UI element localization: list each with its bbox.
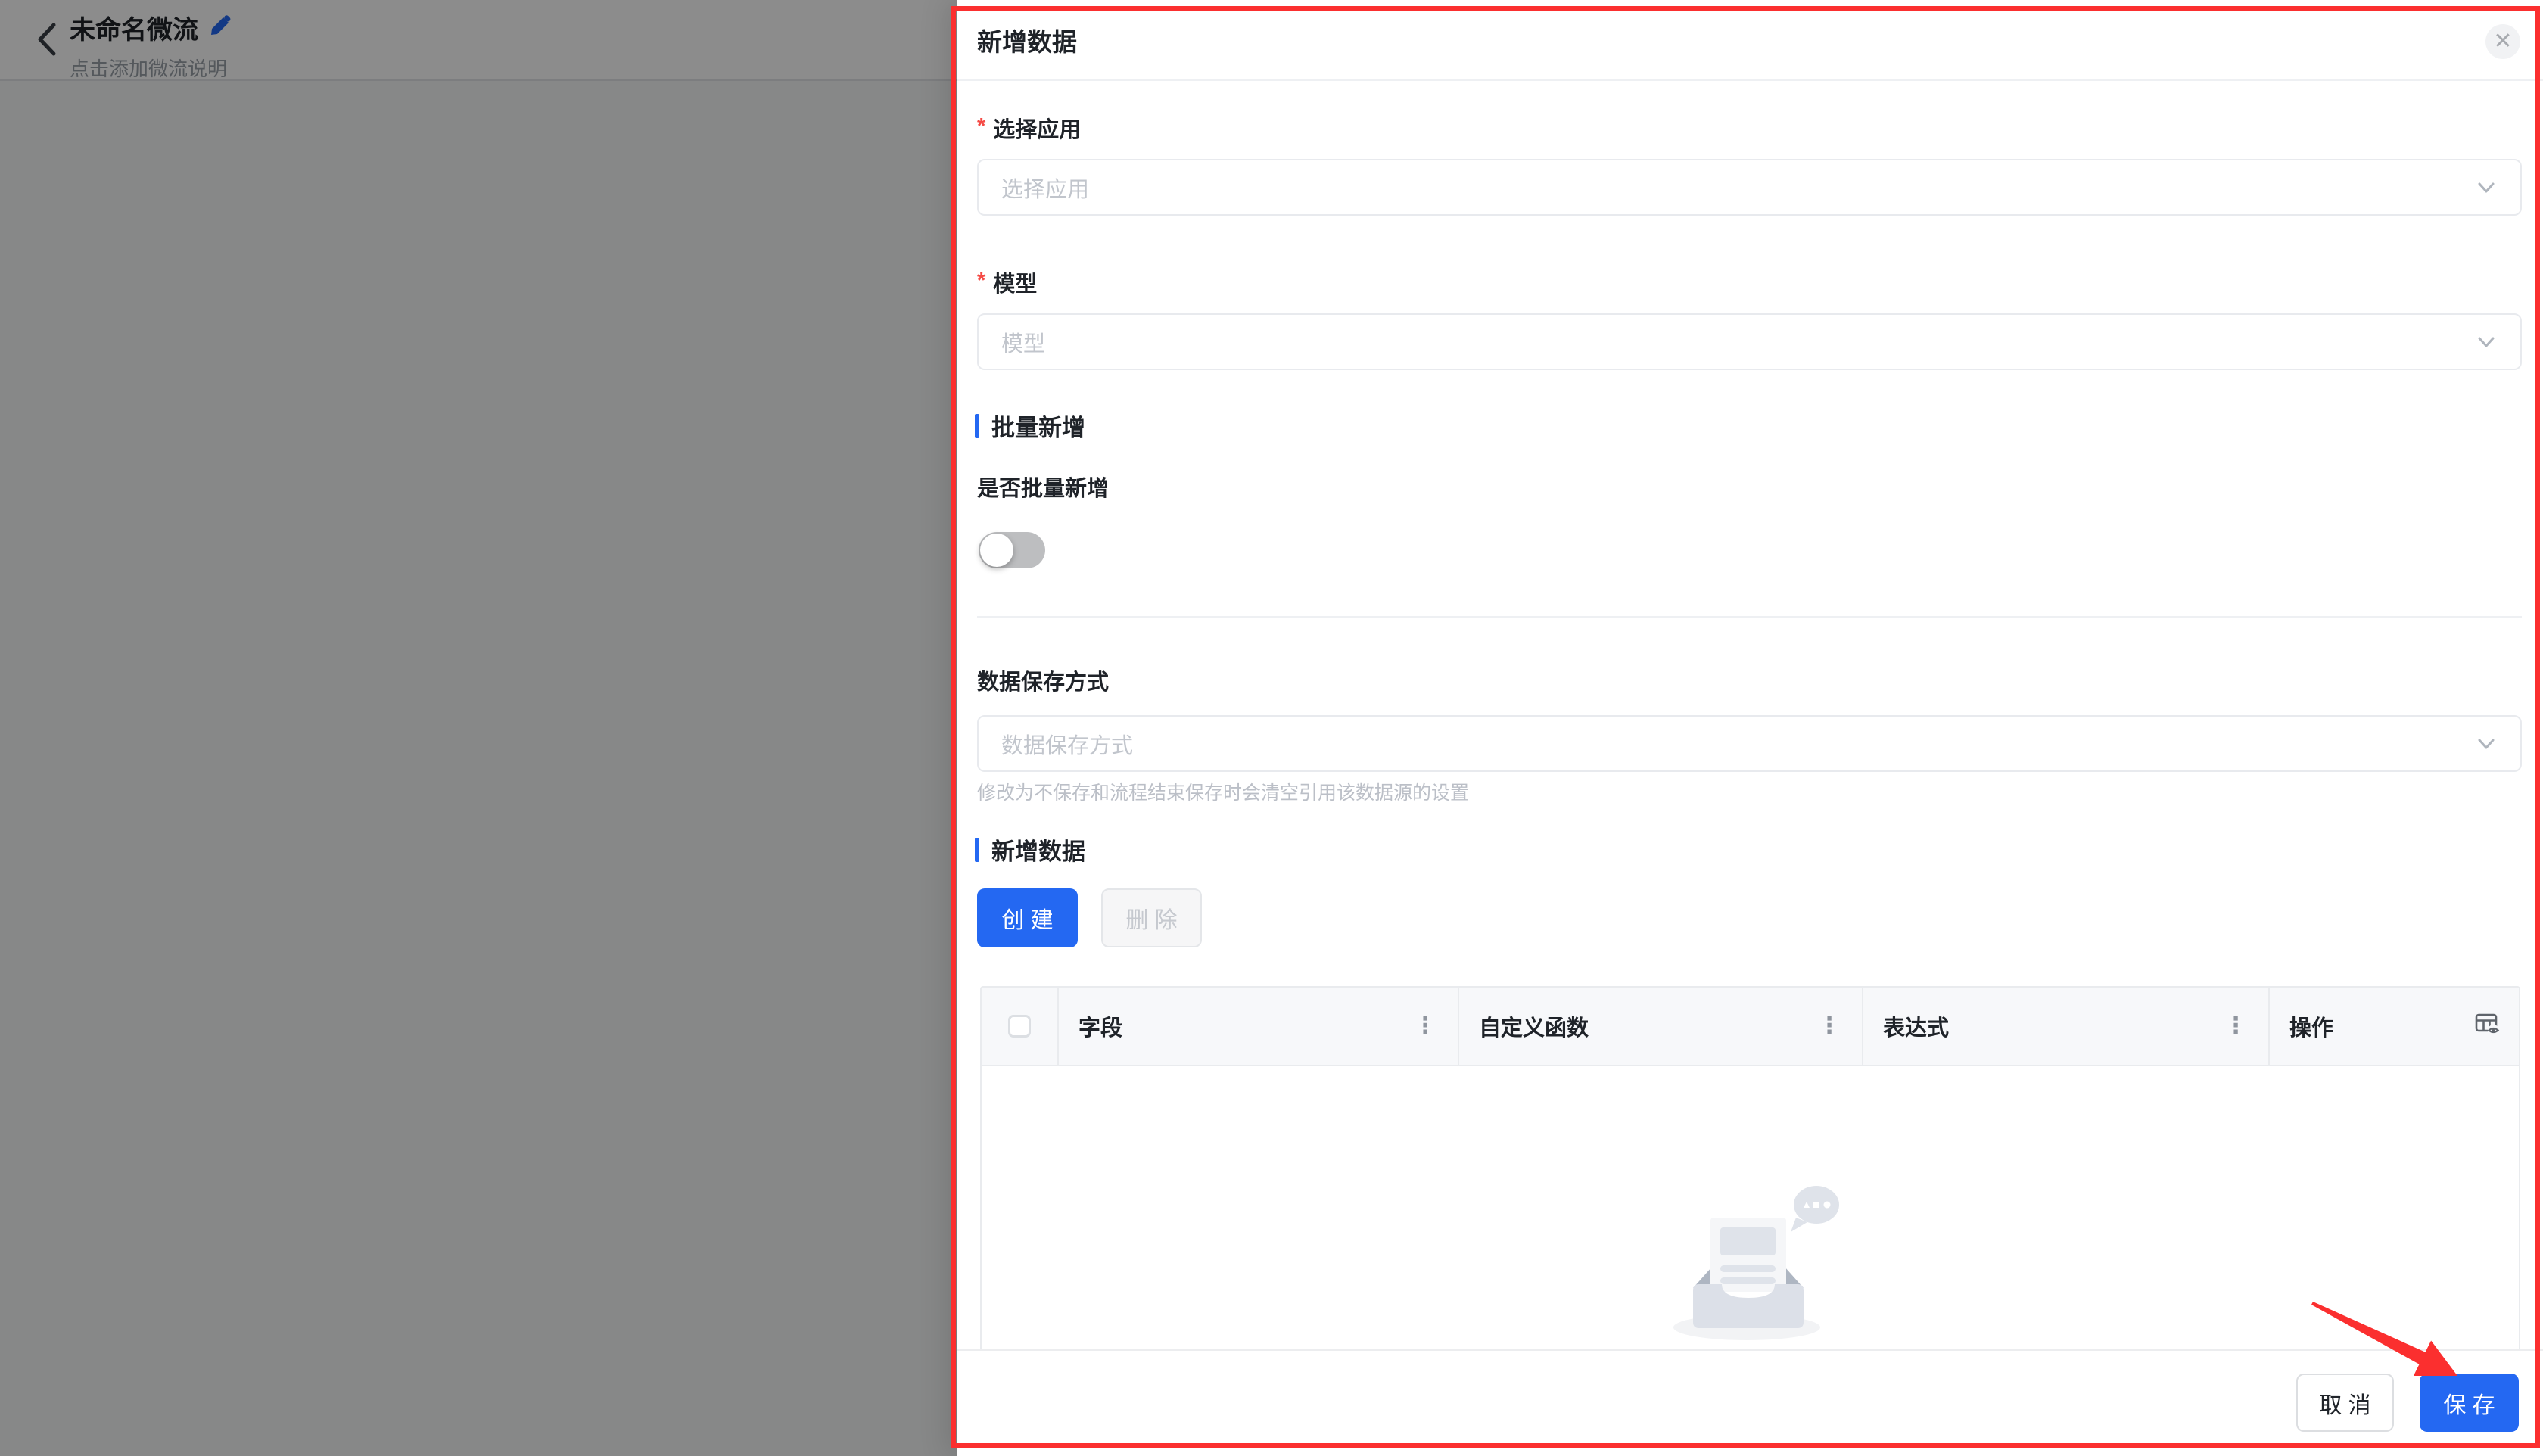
batch-toggle-switch[interactable] bbox=[979, 532, 1045, 568]
modal-titlebar: 新增数据 ✕ bbox=[957, 0, 2543, 81]
required-asterisk: * bbox=[977, 114, 986, 138]
section-accent-bar bbox=[975, 413, 979, 438]
add-data-modal: 新增数据 ✕ * 选择应用 选择应用 * 模型 模型 批量新增 是否批量新增 数… bbox=[957, 0, 2543, 1456]
column-menu-icon[interactable]: ⋮ bbox=[2221, 1012, 2250, 1041]
select-save-mode[interactable]: 数据保存方式 bbox=[977, 715, 2522, 772]
chevron-down-icon bbox=[2475, 176, 2498, 199]
select-model[interactable]: 模型 bbox=[977, 313, 2522, 370]
save-button[interactable]: 保 存 bbox=[2420, 1374, 2519, 1432]
batch-toggle-label: 是否批量新增 bbox=[977, 477, 1110, 501]
section-accent-bar bbox=[975, 837, 979, 862]
select-model-placeholder: 模型 bbox=[1001, 331, 1046, 356]
section-batch-add: 批量新增 bbox=[975, 409, 1085, 443]
divider bbox=[977, 616, 2522, 618]
column-settings-icon[interactable] bbox=[2473, 1010, 2501, 1043]
chevron-down-icon bbox=[2475, 331, 2498, 353]
model-field-label: * 模型 bbox=[977, 269, 1038, 297]
section-add-data: 新增数据 bbox=[975, 832, 1085, 866]
modal-title: 新增数据 bbox=[977, 27, 1077, 56]
column-menu-icon[interactable]: ⋮ bbox=[1411, 1012, 1440, 1041]
column-header-field: 字段 bbox=[1079, 1016, 1123, 1041]
delete-button[interactable]: 删 除 bbox=[1101, 888, 1202, 947]
modal-footer: 取 消 保 存 bbox=[957, 1349, 2543, 1456]
save-mode-helper-text: 修改为不保存和流程结束保存时会清空引用该数据源的设置 bbox=[977, 782, 1470, 804]
column-header-custom-function: 自定义函数 bbox=[1479, 1016, 1589, 1041]
select-app[interactable]: 选择应用 bbox=[977, 159, 2522, 216]
select-all-checkbox[interactable] bbox=[1008, 1015, 1031, 1038]
select-app-placeholder: 选择应用 bbox=[1001, 177, 1090, 202]
toggle-knob bbox=[980, 534, 1013, 567]
table-header-row: 字段 ⋮ 自定义函数 ⋮ 表达式 ⋮ 操作 bbox=[982, 988, 2519, 1066]
cancel-button[interactable]: 取 消 bbox=[2296, 1374, 2394, 1432]
column-menu-icon[interactable]: ⋮ bbox=[1815, 1012, 1844, 1041]
chevron-down-icon bbox=[2475, 733, 2498, 755]
required-asterisk: * bbox=[977, 269, 986, 293]
close-icon: ✕ bbox=[2493, 29, 2513, 54]
app-field-label: * 选择应用 bbox=[977, 114, 1082, 142]
close-button[interactable]: ✕ bbox=[2485, 24, 2520, 59]
save-mode-label: 数据保存方式 bbox=[977, 670, 1110, 695]
column-header-operation: 操作 bbox=[2289, 1016, 2334, 1041]
column-header-expression: 表达式 bbox=[1883, 1016, 1950, 1041]
select-save-mode-placeholder: 数据保存方式 bbox=[1001, 733, 1134, 758]
empty-state-illustration bbox=[1635, 1174, 1862, 1350]
create-button[interactable]: 创 建 bbox=[977, 888, 1078, 947]
